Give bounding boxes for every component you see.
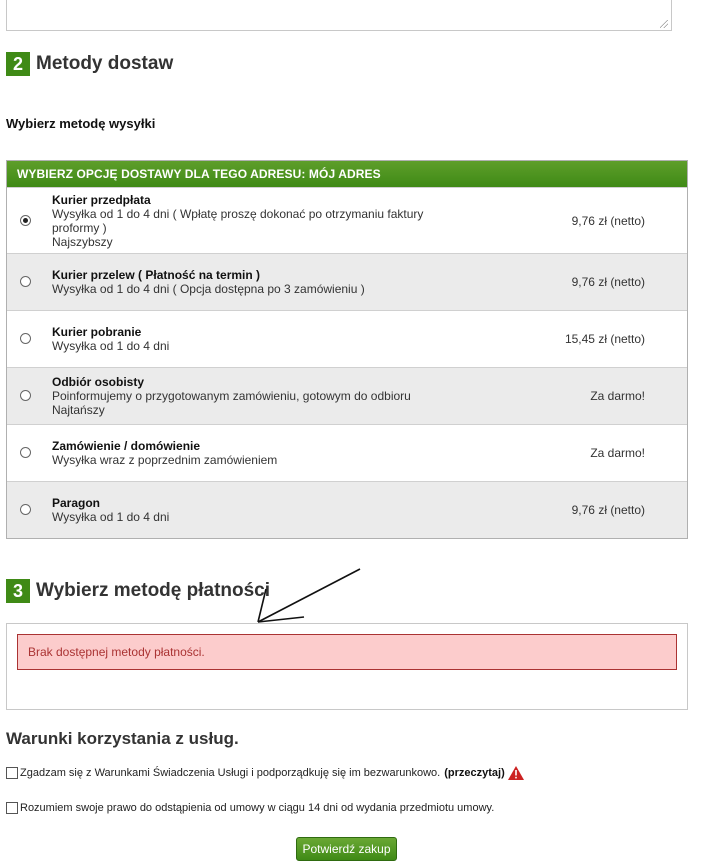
payment-methods-box: Brak dostępnej metody płatności. — [6, 623, 688, 710]
withdrawal-label: Rozumiem swoje prawo do odstąpienia od u… — [20, 802, 495, 814]
withdrawal-row: Rozumiem swoje prawo do odstąpienia od u… — [6, 802, 494, 814]
confirm-purchase-button[interactable]: Potwierdź zakup — [296, 837, 397, 861]
warning-icon — [507, 766, 524, 780]
terms-agree-checkbox[interactable] — [6, 767, 18, 779]
read-terms-link[interactable]: (przeczytaj) — [444, 767, 505, 779]
terms-agree-row: Zgadzam się z Warunkami Świadczenia Usłu… — [6, 766, 524, 780]
no-payment-alert: Brak dostępnej metody płatności. — [17, 634, 677, 670]
terms-title: Warunki korzystania z usług. — [6, 729, 239, 748]
withdrawal-checkbox[interactable] — [6, 802, 18, 814]
terms-agree-label: Zgadzam się z Warunkami Świadczenia Usłu… — [20, 767, 441, 779]
